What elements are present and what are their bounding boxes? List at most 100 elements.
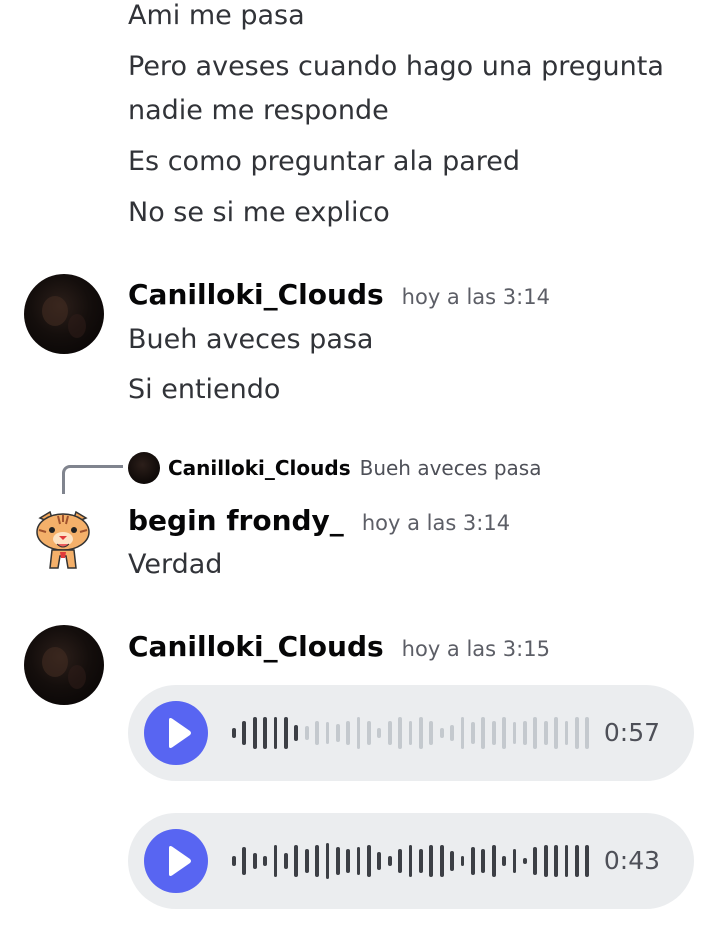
chat-view: Ami me pasa Pero aveses cuando hago una … [0,0,720,932]
waveform-bar [398,849,403,873]
message-line: No se si me explico [128,197,390,228]
message-header: Canilloki_Clouds hoy a las 3:15 [128,630,550,663]
waveform-bar [470,847,475,875]
waveform-bar [585,845,590,877]
waveform-bar [273,717,278,749]
waveform-bar [315,721,319,745]
waveform-bar [481,717,486,749]
reply-connector [62,465,123,494]
waveform-bar [335,847,340,875]
play-button[interactable] [144,701,208,765]
waveform-bar [346,849,351,873]
waveform-bar [554,845,558,877]
waveform-bar [522,721,527,745]
voice-duration: 0:57 [603,718,660,747]
waveform-bar [419,849,423,873]
message-line: Ami me pasa [128,0,305,31]
timestamp: hoy a las 3:14 [361,511,511,535]
waveform-bar [491,721,496,745]
waveform-bar [522,858,527,864]
waveform-bar [242,721,247,745]
waveform-bar [232,856,236,866]
waveform-bar [273,845,278,877]
waveform-bar [377,728,382,738]
play-icon [169,718,191,748]
waveform-bar [252,717,257,749]
waveform-bar [283,853,288,869]
timestamp: hoy a las 3:15 [401,637,550,661]
voice-message: 0:43 [128,813,694,909]
waveform-bar [377,852,382,870]
waveform-bar [450,851,454,871]
username[interactable]: Canilloki_Clouds [128,630,384,663]
waveform-bar [491,845,496,877]
timestamp: hoy a las 3:14 [401,285,550,309]
waveform-bar [304,726,309,740]
waveform-bar [294,845,299,877]
waveform-bar [283,717,288,749]
waveform-bar [315,845,319,877]
waveform-bar [367,721,371,745]
play-button[interactable] [144,829,208,893]
waveform-bar [439,728,444,738]
waveform-bar [533,847,538,875]
waveform-bar [356,847,361,875]
message-line: Bueh aveces pasa [128,324,374,355]
waveform-bar [554,717,558,749]
waveform-bar [450,725,454,741]
waveform-bar [564,845,569,877]
waveform-bar [574,845,579,877]
waveform-bar [574,717,579,749]
waveform-bar [263,856,267,866]
message-header: Canilloki_Clouds hoy a las 3:14 [128,278,550,311]
waveform-bar [387,856,392,866]
reply-avatar [128,452,160,484]
username[interactable]: Canilloki_Clouds [128,278,384,311]
reply-text: Bueh aveces pasa [359,456,542,480]
waveform-bar [564,721,569,745]
waveform-bar [252,853,257,869]
waveform-bar [325,843,330,879]
waveform-bar [543,721,548,745]
waveform-bar [346,721,351,745]
tiger-avatar-icon[interactable] [30,508,96,574]
waveform-bar [429,721,434,745]
message-line: Pero aveses cuando hago una pregunta [128,51,664,82]
waveform-bar [512,722,517,744]
waveform-bar [242,847,247,875]
voice-duration: 0:43 [603,846,660,875]
waveform[interactable] [232,685,590,781]
avatar[interactable] [24,274,104,354]
waveform-bar [419,717,423,749]
waveform-bar [325,722,330,744]
waveform-bar [585,717,590,749]
message-header: begin frondy_ hoy a las 3:14 [128,504,510,537]
waveform[interactable] [232,813,590,909]
avatar[interactable] [24,625,104,705]
waveform-bar [481,849,486,873]
waveform-bar [502,717,506,749]
waveform-bar [232,728,236,738]
waveform-bar [512,849,517,873]
waveform-bar [408,845,413,877]
message-line: Verdad [128,549,223,580]
waveform-bar [367,845,371,877]
waveform-bar [533,717,538,749]
waveform-bar [543,845,548,877]
waveform-bar [398,717,403,749]
play-icon [169,846,191,876]
username[interactable]: begin frondy_ [128,504,344,537]
waveform-bar [387,721,392,745]
message-line: Es como preguntar ala pared [128,146,521,177]
waveform-bar [294,725,299,741]
reply-reference[interactable]: Canilloki_Clouds Bueh aveces pasa [128,452,541,484]
waveform-bar [460,856,465,866]
voice-message: 0:57 [128,685,694,781]
waveform-bar [335,724,340,742]
message-line: nadie me responde [128,95,389,126]
waveform-bar [408,721,413,745]
waveform-bar [470,722,475,744]
waveform-bar [460,717,465,749]
waveform-bar [502,856,506,866]
waveform-bar [356,717,361,749]
